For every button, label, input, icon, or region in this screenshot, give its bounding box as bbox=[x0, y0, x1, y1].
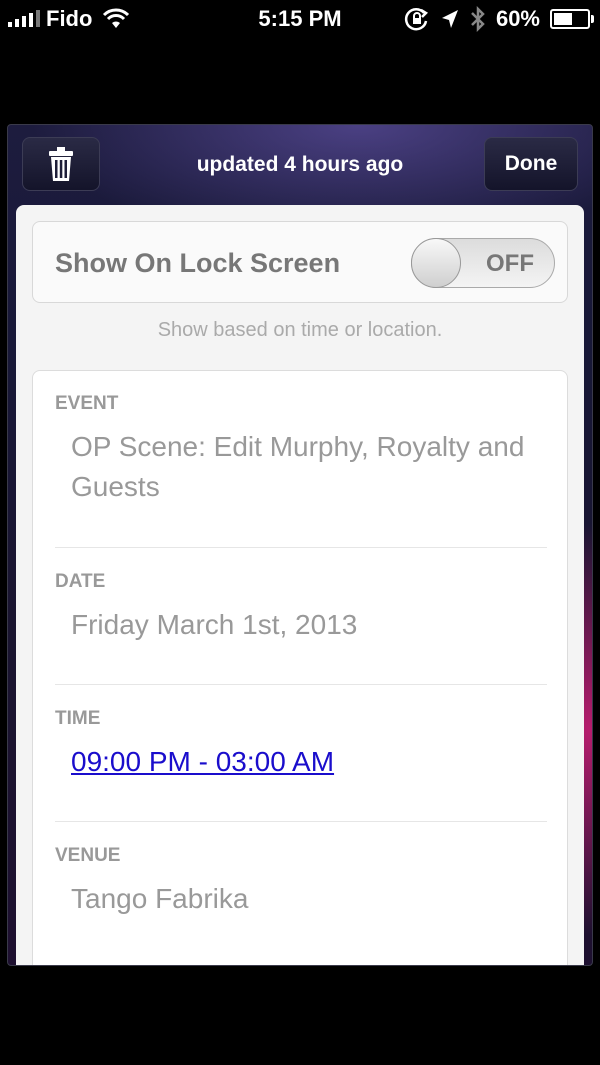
battery-percent: 60% bbox=[495, 6, 540, 31]
divider bbox=[55, 821, 547, 822]
bluetooth-icon bbox=[471, 6, 485, 32]
divider bbox=[55, 547, 547, 548]
event-detail-panel: updated 4 hours ago Done Show On Lock Sc… bbox=[7, 124, 593, 966]
lock-screen-row: Show On Lock Screen OFF bbox=[32, 221, 568, 303]
panel-content: Show On Lock Screen OFF Show based on ti… bbox=[16, 205, 584, 965]
done-button[interactable]: Done bbox=[484, 137, 578, 191]
divider bbox=[55, 684, 547, 685]
venue-label: VENUE bbox=[55, 845, 121, 866]
time-label: TIME bbox=[55, 708, 101, 729]
toggle-knob bbox=[411, 238, 461, 288]
toggle-state-text: OFF bbox=[486, 250, 534, 277]
rotation-lock-icon bbox=[404, 8, 428, 31]
panel-toolbar: updated 4 hours ago Done bbox=[8, 125, 592, 203]
event-label: EVENT bbox=[55, 393, 119, 414]
date-label: DATE bbox=[55, 571, 106, 592]
lock-screen-toggle[interactable]: OFF bbox=[411, 238, 555, 288]
event-details-card: EVENT OP Scene: Edit Murphy, Royalty and… bbox=[32, 370, 568, 965]
battery-icon bbox=[550, 9, 594, 29]
event-value: OP Scene: Edit Murphy, Royalty and Guest… bbox=[71, 431, 525, 502]
battery-fill bbox=[554, 13, 572, 25]
date-value: Friday March 1st, 2013 bbox=[71, 609, 358, 640]
time-field: TIME 09:00 PM - 03:00 AM bbox=[55, 708, 547, 782]
status-right: 60% bbox=[404, 6, 594, 32]
lock-screen-hint: Show based on time or location. bbox=[157, 319, 443, 341]
lock-screen-label: Show On Lock Screen bbox=[55, 248, 341, 278]
date-field: DATE Friday March 1st, 2013 bbox=[55, 571, 547, 645]
status-bar: Fido 5:15 PM 60% bbox=[0, 0, 600, 40]
event-field: EVENT OP Scene: Edit Murphy, Royalty and… bbox=[55, 393, 547, 507]
venue-field: VENUE Tango Fabrika bbox=[55, 845, 547, 919]
time-link[interactable]: 09:00 PM - 03:00 AM bbox=[71, 742, 547, 782]
venue-value: Tango Fabrika bbox=[71, 883, 249, 914]
location-arrow-icon bbox=[441, 10, 458, 28]
